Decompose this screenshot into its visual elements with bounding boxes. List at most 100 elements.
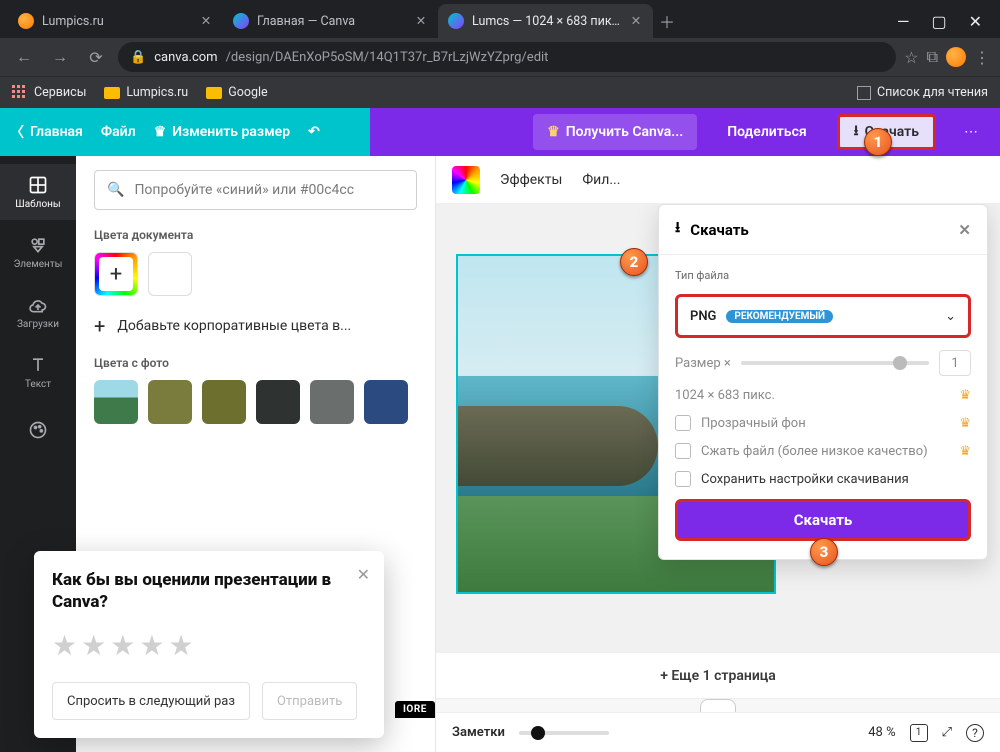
chevron-down-icon: ⌄ <box>945 309 956 324</box>
filters-button[interactable]: Фил... <box>582 172 620 188</box>
templates-icon <box>28 175 48 195</box>
bookmark-item[interactable]: Lumpics.ru <box>104 85 188 100</box>
rail-label: Элементы <box>14 259 63 270</box>
rail-more[interactable] <box>0 404 76 460</box>
more-badge[interactable]: IORE <box>395 701 435 718</box>
bookmark-label: Lumpics.ru <box>126 85 188 100</box>
star-icon[interactable]: ★ <box>81 629 106 662</box>
reload-icon[interactable]: ⟳ <box>82 43 110 71</box>
photo-swatch[interactable] <box>202 380 246 424</box>
new-tab-button[interactable]: ＋ <box>653 4 681 38</box>
cloud-upload-icon <box>28 295 48 315</box>
photo-swatch[interactable] <box>310 380 354 424</box>
url-host: canva.com <box>154 50 217 65</box>
undo-button[interactable]: ↶ <box>308 124 320 140</box>
tab-title: Главная — Canva <box>257 14 406 29</box>
apps-icon <box>12 85 28 101</box>
photo-swatch[interactable] <box>94 380 138 424</box>
browser-tab[interactable]: Lumpics.ru ✕ <box>8 4 223 38</box>
reading-list[interactable]: Список для чтения <box>857 85 988 100</box>
file-type-value: PNG <box>690 309 716 324</box>
zoom-value[interactable]: 48 % <box>868 725 895 740</box>
color-picker-button[interactable] <box>452 166 480 194</box>
rail-elements[interactable]: Элементы <box>0 224 76 280</box>
recommended-badge: РЕКОМЕНДУЕМЫЙ <box>726 310 833 323</box>
browser-tab-active[interactable]: Lumcs — 1024 × 683 пикс. ✕ <box>438 4 653 38</box>
resize-menu[interactable]: ♛ Изменить размер <box>154 124 290 140</box>
scroll-handle[interactable] <box>700 699 736 713</box>
share-label: Поделиться <box>727 124 806 140</box>
close-window-icon[interactable]: ✕ <box>969 12 982 31</box>
chevron-left-icon: 〈 <box>10 122 24 142</box>
profile-avatar[interactable] <box>946 47 966 67</box>
close-icon[interactable]: ✕ <box>629 14 643 28</box>
add-page-button[interactable]: + Еще 1 страница <box>436 652 1000 698</box>
download-confirm-button[interactable]: Скачать <box>675 499 971 541</box>
browser-tab[interactable]: Главная — Canva ✕ <box>223 4 438 38</box>
star-icon[interactable]: ★ <box>168 629 193 662</box>
send-button[interactable]: Отправить <box>262 682 357 720</box>
transparent-checkbox[interactable] <box>675 415 691 431</box>
file-type-select[interactable]: PNG РЕКОМЕНДУЕМЫЙ ⌄ <box>675 294 971 338</box>
menu-icon[interactable]: ⋮ <box>974 48 990 67</box>
back-icon[interactable]: ← <box>10 43 38 71</box>
get-pro-button[interactable]: ♛ Получить Canva... <box>533 114 697 150</box>
star-icon[interactable]: ★ <box>52 629 77 662</box>
canvas-stage[interactable]: ⭳ Скачать ✕ Тип файла PNG РЕКОМЕНДУЕМЫЙ … <box>436 204 1000 652</box>
get-pro-label: Получить Canva... <box>566 124 684 140</box>
photo-swatch[interactable] <box>256 380 300 424</box>
rail-label: Загрузки <box>17 319 59 330</box>
color-swatch-rainbow[interactable]: + <box>94 252 138 296</box>
ask-later-button[interactable]: Спросить в следующий раз <box>52 682 250 720</box>
close-icon[interactable]: ✕ <box>958 221 971 239</box>
feedback-question: Как бы вы оценили презентации в Canva? <box>52 569 366 613</box>
close-icon[interactable]: ✕ <box>414 14 428 28</box>
crown-icon: ♛ <box>959 444 971 459</box>
color-swatch-empty[interactable] <box>148 252 192 296</box>
feedback-popup: ✕ Как бы вы оценили презентации в Canva?… <box>34 551 384 738</box>
bookmark-label: Список для чтения <box>877 85 988 100</box>
notes-slider[interactable] <box>519 731 609 735</box>
size-slider[interactable] <box>741 361 929 365</box>
crown-icon: ♛ <box>959 388 971 403</box>
photo-swatch[interactable] <box>148 380 192 424</box>
search-icon: 🔍 <box>107 182 124 198</box>
notes-button[interactable]: Заметки <box>452 725 505 740</box>
help-icon[interactable]: ? <box>966 724 984 742</box>
pages-icon[interactable]: 1 <box>910 724 928 742</box>
address-bar[interactable]: 🔒 canva.com/design/DAEnXoP5oSM/14Q1T37r_… <box>118 42 896 72</box>
rail-text[interactable]: Текст <box>0 344 76 400</box>
url-path: /design/DAEnXoP5oSM/14Q1T37r_B7rLzjWzYZp… <box>226 50 549 65</box>
more-menu[interactable]: ⋯ <box>952 124 990 140</box>
photo-colors-heading: Цвета с фото <box>94 356 417 370</box>
rail-templates[interactable]: Шаблоны <box>0 164 76 220</box>
home-link[interactable]: 〈 Главная <box>10 122 83 142</box>
extension-icon[interactable]: ⧉ <box>927 47 938 67</box>
photo-swatch[interactable] <box>364 380 408 424</box>
add-brand-colors[interactable]: + Добавьте корпоративные цвета в... <box>94 314 417 338</box>
close-icon[interactable]: ✕ <box>357 565 370 584</box>
maximize-icon[interactable]: ▢ <box>931 12 946 31</box>
bookmark-item[interactable]: Google <box>206 85 267 100</box>
forward-icon[interactable]: → <box>46 43 74 71</box>
close-icon[interactable]: ✕ <box>199 14 213 28</box>
horizontal-scrollbar[interactable] <box>436 698 1000 712</box>
save-settings-checkbox[interactable] <box>675 471 691 487</box>
rail-uploads[interactable]: Загрузки <box>0 284 76 340</box>
search-input[interactable]: 🔍 Попробуйте «синий» или #00c4cc <box>94 170 417 210</box>
file-menu[interactable]: Файл <box>101 124 136 140</box>
add-brand-label: Добавьте корпоративные цвета в... <box>117 318 351 334</box>
minimize-icon[interactable]: — <box>897 12 910 31</box>
effects-button[interactable]: Эффекты <box>500 172 562 188</box>
share-button[interactable]: Поделиться <box>713 114 820 150</box>
tab-title: Lumcs — 1024 × 683 пикс. <box>472 14 621 29</box>
fullscreen-icon[interactable]: ⤢ <box>942 725 952 740</box>
size-value[interactable]: 1 <box>939 350 971 376</box>
star-icon[interactable]: ☆ <box>904 48 918 67</box>
star-icon[interactable]: ★ <box>139 629 164 662</box>
star-icon[interactable]: ★ <box>110 629 135 662</box>
compress-checkbox[interactable] <box>675 443 691 459</box>
bookmark-apps[interactable]: Сервисы <box>12 85 86 101</box>
undo-icon: ↶ <box>308 124 320 140</box>
doc-colors-heading: Цвета документа <box>94 228 417 242</box>
